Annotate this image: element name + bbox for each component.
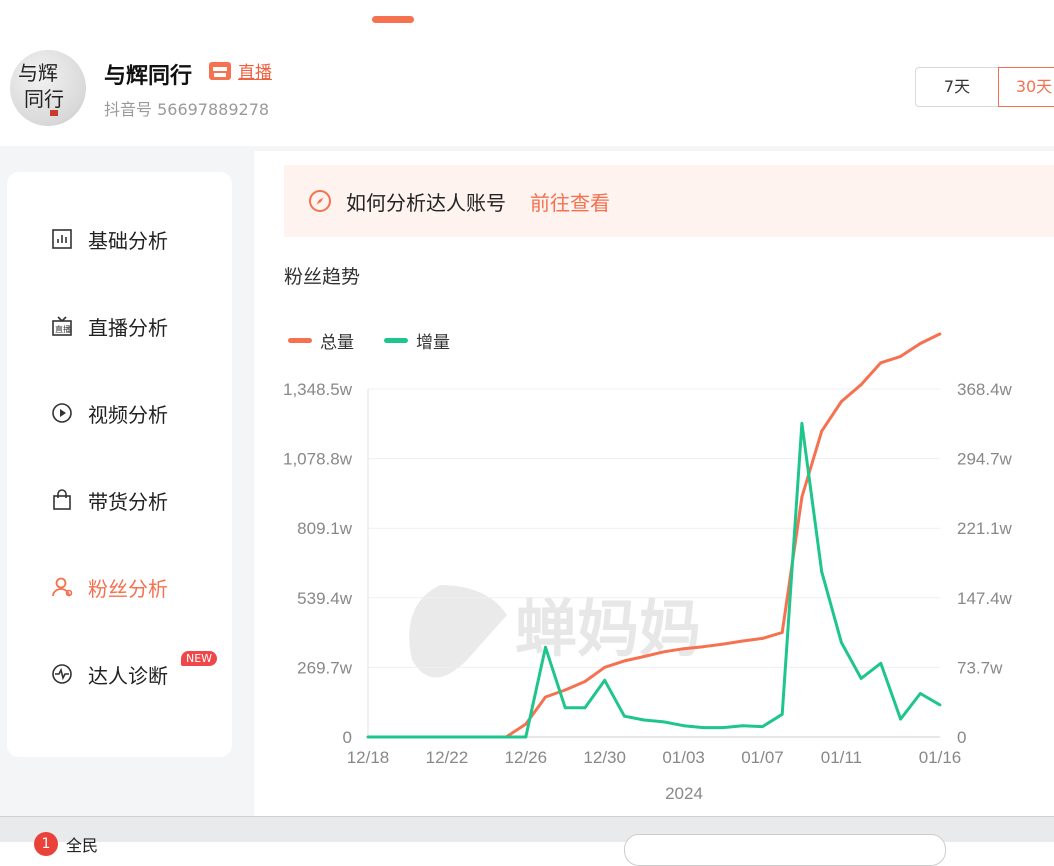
data-point — [642, 718, 646, 722]
data-point — [859, 677, 863, 680]
data-point — [780, 631, 784, 634]
x-tick-label: 01/11 — [821, 748, 862, 767]
data-point — [544, 695, 547, 699]
series-line-increment — [368, 421, 941, 739]
y-left-axis: 0 269.7w 539.4w 809.1w 1,078.8w 1,348.5w — [283, 380, 353, 747]
x-tick-label: 12/26 — [505, 748, 548, 767]
data-point — [741, 724, 745, 728]
data-point — [721, 642, 725, 646]
data-point — [642, 655, 646, 658]
data-point — [623, 714, 626, 718]
data-point — [406, 735, 409, 739]
data-point — [859, 383, 863, 387]
data-point — [800, 421, 804, 425]
data-point — [879, 361, 883, 365]
data-point — [899, 354, 902, 358]
y-right-tick-label: 221.1w — [957, 519, 1013, 538]
data-point — [563, 706, 567, 710]
y-right-tick-label: 294.7w — [957, 450, 1013, 469]
data-point — [484, 735, 488, 739]
data-point — [662, 650, 666, 654]
data-point — [563, 688, 567, 692]
bottom-search-input[interactable] — [624, 834, 946, 866]
y-right-axis: 0 73.7w 147.4w 221.1w 294.7w 368.4w — [957, 380, 1013, 747]
y-right-tick-label: 0 — [957, 728, 966, 747]
data-point — [524, 735, 528, 739]
data-point — [721, 726, 725, 729]
x-tick-label: 01/03 — [662, 748, 705, 767]
watermark: 蝉妈妈 — [409, 585, 701, 678]
y-left-tick-label: 269.7w — [297, 658, 353, 677]
data-point — [583, 680, 587, 683]
data-point — [465, 735, 469, 739]
data-point — [623, 659, 626, 663]
y-right-tick-label: 147.4w — [957, 589, 1013, 608]
data-point — [938, 332, 942, 336]
y-left-tick-label: 1,348.5w — [283, 380, 353, 399]
data-point — [583, 706, 587, 710]
x-tick-label: 01/07 — [741, 748, 784, 767]
data-point — [879, 661, 883, 665]
data-point — [366, 735, 370, 739]
x-axis: 12/18 12/22 12/26 12/30 01/03 01/07 01/11 01/16 — [347, 748, 962, 767]
data-point — [839, 641, 843, 644]
y-left-tick-label: 1,078.8w — [283, 450, 353, 469]
data-point — [425, 735, 429, 739]
data-point — [524, 722, 528, 726]
x-axis-title: 2024 — [665, 784, 703, 803]
data-point — [682, 724, 685, 728]
chart-grid — [367, 388, 940, 738]
data-point — [839, 400, 843, 403]
fans-trend-chart: 蝉妈妈 0269.7w539.4w809.1w1,078.8w1,348.5w … — [283, 332, 1013, 803]
data-point — [603, 665, 607, 669]
data-point — [741, 639, 745, 643]
data-point — [682, 647, 685, 651]
x-tick-label: 01/16 — [919, 748, 962, 767]
y-left-tick-label: 809.1w — [297, 519, 353, 538]
data-point — [701, 726, 705, 729]
data-point — [820, 570, 824, 574]
data-point — [918, 692, 922, 695]
y-right-tick-label: 73.7w — [957, 658, 1003, 677]
data-point — [761, 637, 764, 640]
watermark-logo — [409, 585, 507, 678]
y-left-tick-label: 0 — [343, 728, 352, 747]
data-point — [800, 495, 804, 499]
data-point — [938, 703, 942, 707]
data-point — [761, 725, 764, 729]
chart-series — [366, 332, 942, 739]
data-point — [386, 735, 390, 739]
x-tick-label: 12/18 — [347, 748, 390, 767]
y-left-tick-label: 539.4w — [297, 589, 353, 608]
data-point — [899, 717, 902, 721]
data-point — [780, 712, 784, 716]
x-tick-label: 12/30 — [583, 748, 626, 767]
data-point — [662, 720, 666, 724]
notification-badge: 1 — [34, 832, 58, 856]
x-tick-label: 12/22 — [426, 748, 469, 767]
y-right-tick-label: 368.4w — [957, 380, 1013, 399]
data-point — [820, 429, 824, 433]
data-point — [504, 735, 508, 739]
data-point — [701, 645, 705, 649]
data-point — [918, 342, 922, 345]
data-point — [603, 678, 607, 682]
bottom-label[interactable]: 全民 — [66, 832, 98, 856]
data-point — [544, 645, 547, 649]
data-point — [445, 735, 449, 739]
series-line-total — [368, 332, 941, 739]
